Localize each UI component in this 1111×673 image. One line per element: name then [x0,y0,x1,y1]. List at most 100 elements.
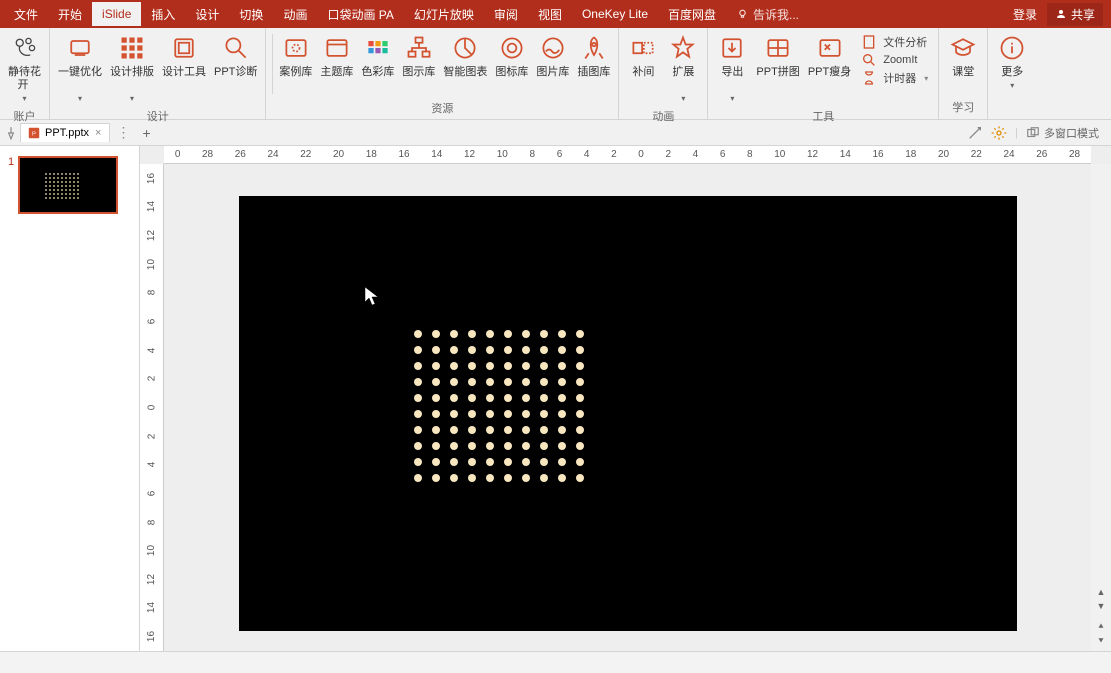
document-tab[interactable]: P PPT.pptx × [20,123,110,142]
wand-icon[interactable] [967,125,983,141]
pic-lib-label: 图片库 [536,66,569,79]
tab-pocket-anim[interactable]: 口袋动画 PA [317,1,403,28]
extend-button[interactable]: 扩展 ▾ [663,30,703,106]
prev-slide-icon[interactable]: ⯅ [1097,621,1104,632]
color-lib-button[interactable]: 色彩库 [357,30,398,81]
vertical-scrollbar[interactable]: ▲ ▼ ⯅ ⯆ [1091,164,1111,651]
group-label-design: 设计 [147,106,169,126]
timer-button[interactable]: 计时器▾ [861,70,928,86]
flower-label: 静待花 开 [8,66,41,92]
design-tool-icon [170,34,198,62]
hourglass-icon [861,70,877,86]
color-lib-label: 色彩库 [361,66,394,79]
document-tab-label: PPT.pptx [45,127,89,139]
ribbon-group-resources: 案例库 主题库 色彩库 图示库 智能图表 图标库 [266,28,619,119]
status-bar [0,651,1111,673]
tab-view[interactable]: 视图 [528,1,572,28]
scroll-up-icon[interactable]: ▲ [1097,587,1106,597]
tell-me[interactable]: 告诉我... [726,6,809,23]
login-button[interactable]: 登录 [1013,6,1037,23]
share-button[interactable]: 共享 [1047,3,1103,26]
design-tool-label: 设计工具 [162,66,206,79]
case-lib-button[interactable]: 案例库 [275,30,316,81]
diagram-lib-button[interactable]: 图示库 [398,30,439,81]
ppt-slim-button[interactable]: PPT瘦身 [804,30,855,81]
tab-transition[interactable]: 切换 [229,1,273,28]
design-tool-button[interactable]: 设计工具 [158,30,210,81]
vertical-ruler: 1614121086420246810121416 [140,164,164,651]
tab-design[interactable]: 设计 [185,1,229,28]
thumbnail-panel: 1 [0,146,140,651]
case-lib-label: 案例库 [279,66,312,79]
tween-label: 补间 [632,66,654,79]
onekey-icon [66,34,94,62]
ppt-diag-label: PPT诊断 [214,66,257,79]
tween-button[interactable]: 补间 [623,30,663,81]
caret-icon: ▾ [22,94,26,104]
next-slide-icon[interactable]: ⯆ [1097,636,1104,647]
caret-icon: ▾ [130,94,134,104]
ribbon-group-animation: 补间 扩展 ▾ 动画 [619,28,708,119]
gear-icon[interactable] [991,125,1007,141]
tab-onekey-lite[interactable]: OneKey Lite [572,2,658,26]
group-label-resources: 资源 [431,98,453,118]
classroom-label: 课堂 [952,66,974,79]
onekey-label: 一键优化 [58,66,102,92]
onekey-optimize-button[interactable]: 一键优化 ▾ [54,30,106,106]
extend-label: 扩展 [672,66,694,92]
file-analyze-button[interactable]: 文件分析 [861,34,928,50]
design-layout-button[interactable]: 设计排版 ▾ [106,30,158,106]
dot-grid-shape[interactable] [409,326,589,486]
caret-icon: ▾ [1010,81,1014,91]
design-layout-label: 设计排版 [110,66,154,92]
cursor-icon [364,286,380,306]
icon-lib-button[interactable]: 图标库 [491,30,532,81]
slide-canvas[interactable] [239,196,1017,631]
zoom-icon [861,52,877,68]
illust-lib-button[interactable]: 插图库 [573,30,614,81]
tab-animation[interactable]: 动画 [273,1,317,28]
tab-baidu[interactable]: 百度网盘 [658,1,726,28]
ppt-diag-button[interactable]: PPT诊断 [210,30,261,81]
new-tab-button[interactable]: + [136,125,156,141]
tab-start[interactable]: 开始 [48,1,92,28]
flower-button[interactable]: 静待花 开 ▾ [4,30,45,106]
tab-islide[interactable]: iSlide [92,2,141,26]
rocket-icon [580,34,608,62]
slide-viewport[interactable] [164,164,1091,651]
caret-icon: ▾ [78,94,82,104]
close-tab-button[interactable]: × [93,127,103,139]
group-label-tools: 工具 [812,106,834,126]
caret-icon: ▾ [730,94,734,104]
multi-window-label: 多窗口模式 [1044,125,1099,141]
diagram-lib-label: 图示库 [402,66,435,79]
pic-lib-button[interactable]: 图片库 [532,30,573,81]
theme-lib-button[interactable]: 主题库 [316,30,357,81]
scroll-down-icon[interactable]: ▼ [1097,601,1106,611]
classroom-button[interactable]: 课堂 [943,30,983,81]
tab-review[interactable]: 审阅 [484,1,528,28]
theme-icon [323,34,351,62]
more-button[interactable]: 更多 ▾ [992,30,1032,93]
tab-menu-icon[interactable]: ⋮ [112,124,134,141]
tween-icon [629,34,657,62]
ribbon-group-more: 更多 ▾ [988,28,1036,119]
grid-icon [118,34,146,62]
svg-text:P: P [32,131,36,137]
zoomit-button[interactable]: ZoomIt [861,52,928,68]
ppt-stitch-label: PPT拼图 [756,66,799,79]
tell-me-label: 告诉我... [753,6,799,23]
tab-file[interactable]: 文件 [0,1,48,28]
pin-icon[interactable] [4,126,18,140]
theme-lib-label: 主题库 [320,66,353,79]
export-button[interactable]: 导出 ▾ [712,30,752,106]
stitch-icon [764,34,792,62]
star-icon [669,34,697,62]
ppt-file-icon: P [27,126,41,140]
smart-chart-button[interactable]: 智能图表 [439,30,491,81]
multi-window-button[interactable]: 多窗口模式 [1026,125,1099,141]
slide-thumbnail[interactable] [18,156,118,214]
tab-slideshow[interactable]: 幻灯片放映 [404,1,484,28]
ppt-stitch-button[interactable]: PPT拼图 [752,30,803,81]
tab-insert[interactable]: 插入 [141,1,185,28]
